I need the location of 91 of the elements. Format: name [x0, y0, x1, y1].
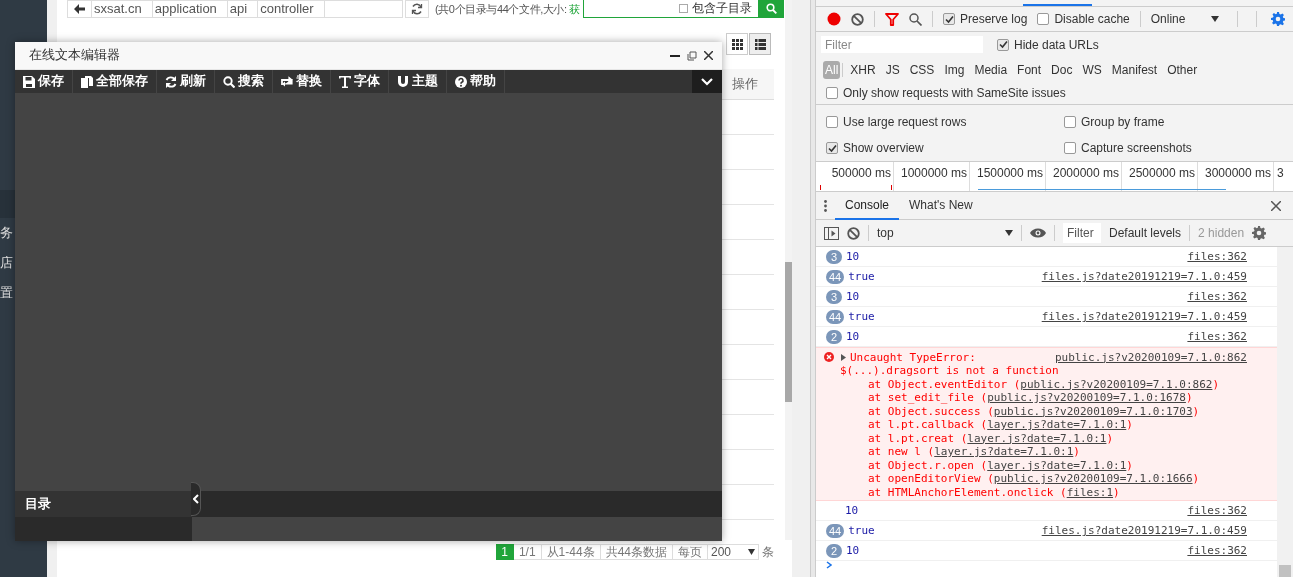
checkbox-label: Only show requests with SameSite issues	[843, 86, 1066, 100]
filter-type-button[interactable]: Other	[1162, 60, 1203, 79]
stack-frame: at Object.r.open (layer.js?date=7.1.0:1)	[824, 458, 1247, 472]
log-levels-dropdown[interactable]: Default levels	[1109, 226, 1182, 240]
stack-frame: at set_edit_file (public.js?v20200109=7.1.0:1678)	[824, 391, 1247, 405]
filter-field[interactable]: Filter	[821, 36, 983, 53]
source-link[interactable]: files.js?date20191219=7.1.0:459	[1041, 524, 1247, 537]
filter-type-button[interactable]: Font	[1012, 60, 1047, 79]
source-link[interactable]: layer.js?date=7.1.0:1	[934, 445, 1074, 458]
page-count: 1/1	[513, 544, 542, 560]
stack-frame: at Object.eventEditor (public.js?v20200109=7.1.0:862)	[824, 377, 1247, 391]
per-page-select[interactable]: 200	[707, 544, 759, 560]
source-link[interactable]: public.js?v20200109=7.1.0:1678	[987, 391, 1186, 404]
checkbox-label: Preserve log	[960, 12, 1028, 26]
filter-type-button[interactable]: WS	[1077, 60, 1107, 79]
checkbox-label: Group by frame	[1081, 115, 1165, 129]
source-link[interactable]: public.js?v20200109=7.1.0:1703	[993, 404, 1193, 418]
source-link[interactable]: files:362	[1187, 250, 1247, 263]
total-text: 共44条数据	[600, 544, 673, 560]
stack-frame: at new l (layer.js?date=7.1.0:1)	[824, 445, 1247, 459]
timeline-tick: 1000000 ms	[894, 162, 970, 191]
repeat-count: 44	[826, 309, 845, 324]
stack-frame: at Object.success (public.js?v20200109=7.1.0:1703)	[824, 404, 1247, 418]
filter-type-button[interactable]: Manifest	[1106, 60, 1163, 79]
source-link[interactable]: public.js?v20200109=7.1.0:862	[1054, 350, 1247, 364]
filter-type-button[interactable]: Doc	[1046, 60, 1078, 79]
checkbox-label: Disable cache	[1054, 12, 1130, 26]
error-title: Uncaught TypeError:	[849, 350, 977, 364]
source-link[interactable]: public.js?v20200109=7.1.0:862	[1020, 377, 1213, 391]
hidden-count: 2 hidden	[1198, 226, 1245, 240]
breadcrumb-item[interactable]: controller	[258, 1, 325, 17]
source-link[interactable]: layer.js?date=7.1.0:1	[967, 431, 1107, 445]
source-link[interactable]: files:362	[1187, 330, 1247, 343]
panel-title: 目录	[15, 491, 192, 517]
search-field[interactable]: 包含子目录	[583, 0, 759, 18]
stack-frame: at l.pt.callback (layer.js?date=7.1.0:1)	[824, 418, 1247, 432]
column-header: 操作	[732, 75, 759, 93]
source-link[interactable]: files:1	[1066, 485, 1114, 499]
source-link[interactable]: files:362	[1187, 290, 1247, 303]
log-value: 10	[845, 544, 861, 557]
breadcrumb-item[interactable]: api	[227, 1, 259, 17]
stack-frame: at HTMLAnchorElement.onclick (files:1)	[824, 485, 1247, 499]
filter-field[interactable]: Filter	[1063, 223, 1101, 243]
sidebar-item[interactable]: 店	[0, 248, 13, 278]
filter-type-button[interactable]: Media	[969, 60, 1013, 79]
checkbox-label: Show overview	[843, 141, 924, 155]
unit-label: 条	[761, 545, 775, 559]
checkbox-label: Hide data URLs	[1014, 37, 1099, 52]
repeat-count: 2	[826, 543, 842, 558]
breadcrumb-item[interactable]: application	[152, 1, 228, 17]
filter-type-button[interactable]: CSS	[904, 60, 940, 79]
stack-frame: at openEditorView (public.js?v20200109=7.1.0:1666)	[824, 472, 1247, 486]
source-link[interactable]: files.js?date20191219=7.1.0:459	[1041, 310, 1247, 323]
breadcrumb-item[interactable]: sxsat.cn	[92, 1, 153, 17]
log-value: 10	[845, 330, 861, 343]
source-link[interactable]: files:362	[1187, 504, 1247, 517]
log-value: 10	[845, 250, 861, 263]
throttle-dropdown[interactable]: Online	[1150, 12, 1219, 26]
source-link[interactable]: files:362	[1187, 544, 1247, 557]
context-dropdown[interactable]: top	[877, 226, 1013, 240]
window-title: 在线文本编辑器	[29, 47, 121, 64]
timeline-tick: 3	[1276, 165, 1285, 182]
sidebar-item[interactable]: 置	[0, 278, 13, 308]
log-value: true	[847, 270, 876, 283]
drawer-tab[interactable]: What's New	[899, 192, 983, 220]
checkbox-label: 包含子目录	[692, 0, 752, 17]
repeat-count: 2	[826, 329, 842, 344]
range-text: 从1-44条	[541, 544, 601, 560]
error-text: $(...).dragsort is not a function	[839, 364, 1060, 378]
repeat-count: 3	[826, 289, 842, 304]
filter-type-button[interactable]: Img	[939, 60, 970, 79]
source-link[interactable]: layer.js?date=7.1.0:1	[987, 418, 1127, 431]
repeat-count: 44	[826, 269, 845, 284]
filter-type-button[interactable]: XHR	[845, 60, 881, 79]
checkbox-label: Capture screenshots	[1081, 141, 1192, 155]
drawer-tab[interactable]: Console	[835, 192, 900, 220]
source-link[interactable]: files.js?date20191219=7.1.0:459	[1041, 270, 1247, 283]
sidebar-item[interactable]: 务	[0, 218, 13, 248]
repeat-count: 3	[826, 249, 842, 264]
log-value: true	[847, 524, 876, 537]
summary-text: (共0个目录与44个文件,大小: 获	[435, 1, 580, 17]
log-value: 10	[844, 504, 860, 517]
source-link[interactable]: public.js?v20200109=7.1.0:1666	[993, 472, 1193, 485]
repeat-count: 44	[826, 523, 845, 538]
log-value: true	[847, 310, 876, 323]
stack-frame: at l.pt.creat (layer.js?date=7.1.0:1)	[824, 431, 1247, 445]
per-page-label: 每页	[673, 544, 707, 560]
source-link[interactable]: layer.js?date=7.1.0:1	[987, 458, 1127, 472]
checkbox-label: Use large request rows	[843, 115, 967, 129]
filter-type-button[interactable]: JS	[880, 60, 905, 79]
log-value: 10	[845, 290, 861, 303]
